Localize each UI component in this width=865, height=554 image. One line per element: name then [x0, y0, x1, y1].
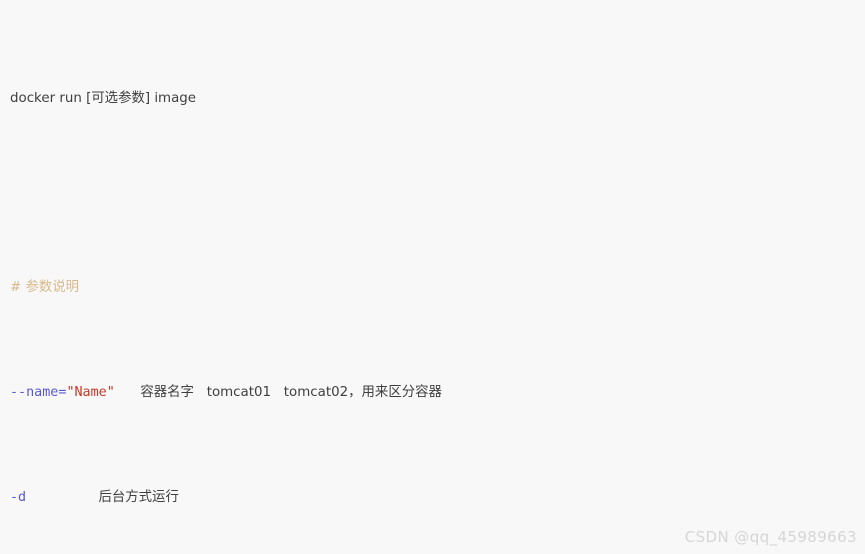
param-description-name: 容器名字 tomcat01 tomcat02，用来区分容器 [140, 385, 442, 400]
param-gap [115, 385, 141, 400]
usage-command-text: docker run [可选参数] image [10, 91, 197, 106]
usage-command-line: docker run [可选参数] image [10, 88, 865, 109]
param-flag-name: --name= [10, 385, 67, 400]
param-value-name: "Name" [66, 385, 115, 400]
param-row-d: -d 后台方式运行 [10, 487, 865, 508]
code-content[interactable]: docker run [可选参数] image # 参数说明 --name="N… [0, 0, 865, 554]
param-flag-d: -d [10, 490, 27, 505]
code-block-screenshot: docker run [可选参数] image # 参数说明 --name="N… [0, 0, 865, 554]
param-gap [26, 490, 98, 505]
param-description-d: 后台方式运行 [98, 490, 179, 505]
params-heading-comment-line: # 参数说明 [10, 277, 865, 298]
params-heading-comment-text: # 参数说明 [10, 280, 80, 295]
param-row-name: --name="Name" 容器名字 tomcat01 tomcat02，用来区… [10, 382, 865, 403]
csdn-watermark: CSDN @qq_45989663 [684, 528, 857, 546]
